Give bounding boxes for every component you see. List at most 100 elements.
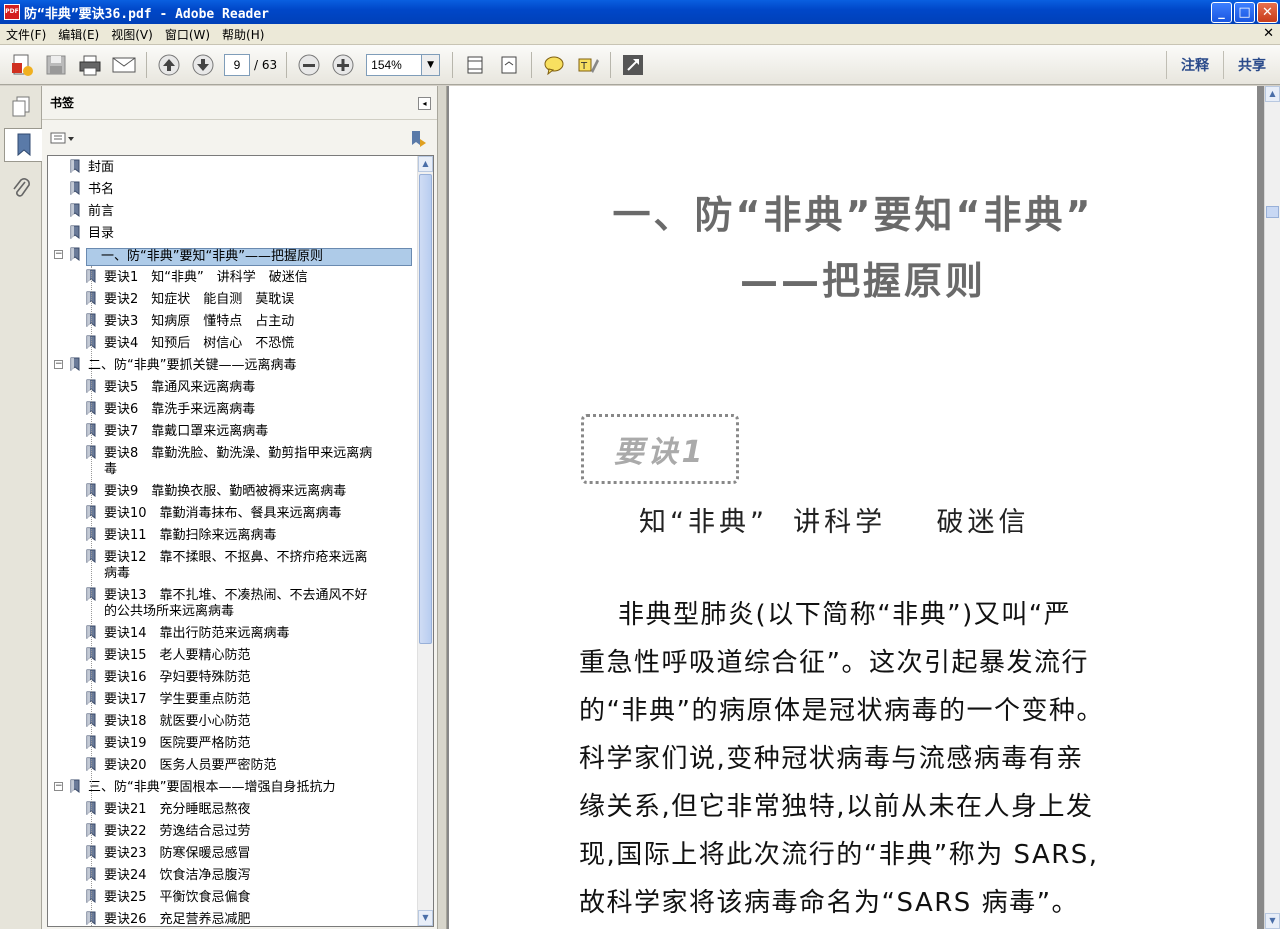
bookmark-item[interactable]: 要诀25 平衡饮食忌偏食 bbox=[48, 888, 418, 910]
zoom-out-icon[interactable] bbox=[295, 51, 323, 79]
zoom-input[interactable] bbox=[366, 53, 423, 76]
bookmark-item[interactable]: 要诀18 就医要小心防范 bbox=[48, 712, 418, 734]
bookmark-item[interactable]: 要诀10 靠勤消毒抹布、餐具来远离病毒 bbox=[48, 504, 418, 526]
bookmark-label: 要诀9 靠勤换衣服、勤晒被褥来远离病毒 bbox=[104, 484, 347, 499]
doc-scroll-up-icon[interactable]: ▲ bbox=[1265, 86, 1280, 102]
doc-scroll-down-icon[interactable]: ▼ bbox=[1265, 913, 1280, 929]
panel-title: 书签 bbox=[50, 96, 75, 110]
bookmark-item[interactable]: 要诀6 靠洗手来远离病毒 bbox=[48, 400, 418, 422]
bookmark-label: 要诀12 靠不揉眼、不抠鼻、不挤疖疮来远离 病毒 bbox=[104, 550, 368, 581]
document-scrollbar[interactable]: ▲ ▼ bbox=[1264, 86, 1280, 929]
page-number-input[interactable] bbox=[224, 53, 250, 76]
bookmark-item[interactable]: 要诀9 靠勤换衣服、勤晒被褥来远离病毒 bbox=[48, 482, 418, 504]
bookmark-label: 目录 bbox=[88, 226, 115, 241]
bookmark-item[interactable]: 封面 bbox=[48, 158, 418, 180]
bookmark-item[interactable]: 要诀21 充分睡眠忌熬夜 bbox=[48, 800, 418, 822]
bookmark-item[interactable]: 要诀11 靠勤扫除来远离病毒 bbox=[48, 526, 418, 548]
fit-width-icon[interactable] bbox=[495, 51, 523, 79]
body-line: 故科学家将该病毒命名为“SARS 病毒”。 bbox=[579, 888, 1080, 918]
bookmark-item[interactable]: 要诀23 防寒保暖忌感冒 bbox=[48, 844, 418, 866]
bookmark-label: 要诀6 靠洗手来远离病毒 bbox=[104, 402, 256, 417]
collapse-toggle-icon[interactable]: − bbox=[54, 782, 63, 791]
collapse-toggle-icon[interactable]: − bbox=[54, 360, 63, 369]
email-icon[interactable] bbox=[110, 51, 138, 79]
bookmarks-panel-icon[interactable] bbox=[4, 128, 42, 162]
collapse-toggle-icon[interactable]: − bbox=[54, 250, 63, 259]
panel-splitter[interactable] bbox=[438, 86, 447, 929]
full-screen-icon[interactable] bbox=[619, 51, 647, 79]
bookmark-item[interactable]: 要诀12 靠不揉眼、不抠鼻、不挤疖疮来远离 病毒 bbox=[48, 548, 418, 586]
bookmark-item[interactable]: 要诀17 学生要重点防范 bbox=[48, 690, 418, 712]
menu-help[interactable]: 帮助(H) bbox=[216, 26, 270, 43]
menu-file[interactable]: 文件(F) bbox=[0, 26, 52, 43]
bookmark-item[interactable]: 要诀24 饮食洁净忌腹泻 bbox=[48, 866, 418, 888]
highlight-text-icon[interactable]: T bbox=[574, 51, 602, 79]
bookmark-label: 要诀3 知病原 懂特点 占主动 bbox=[104, 314, 295, 329]
bookmark-item[interactable]: 要诀7 靠戴口罩来远离病毒 bbox=[48, 422, 418, 444]
bookmark-item[interactable]: 要诀14 靠出行防范来远离病毒 bbox=[48, 624, 418, 646]
bookmark-item[interactable]: − 二、防“非典”要抓关键——远离病毒 bbox=[48, 356, 418, 378]
next-page-icon[interactable] bbox=[189, 51, 217, 79]
toolbar-separator bbox=[610, 51, 612, 78]
comment-panel-button[interactable]: 注释 bbox=[1167, 55, 1223, 75]
close-button[interactable]: ✕ bbox=[1257, 2, 1278, 23]
bookmark-item[interactable]: 要诀1 知“非典” 讲科学 破迷信 bbox=[48, 268, 418, 290]
bookmark-item[interactable]: 要诀22 劳逸结合忌过劳 bbox=[48, 822, 418, 844]
bookmark-item[interactable]: 前言 bbox=[48, 202, 418, 224]
bookmark-item[interactable]: 要诀4 知预后 树信心 不恐慌 bbox=[48, 334, 418, 356]
bookmark-item[interactable]: 要诀16 孕妇要特殊防范 bbox=[48, 668, 418, 690]
pdf-page: 一、防“非典”要知“非典” ——把握原则 要诀1 知“非典” 讲科学 破迷信 非… bbox=[449, 86, 1257, 929]
bookmark-item[interactable]: 要诀5 靠通风来远离病毒 bbox=[48, 378, 418, 400]
body-line: 现,国际上将此次流行的“非典”称为 SARS, bbox=[579, 840, 1099, 870]
menu-view[interactable]: 视图(V) bbox=[105, 26, 159, 43]
adobe-reader-icon: PDF bbox=[4, 4, 20, 20]
close-document-icon[interactable]: ✕ bbox=[1263, 26, 1274, 41]
menu-edit[interactable]: 编辑(E) bbox=[52, 26, 105, 43]
pages-panel-icon[interactable] bbox=[6, 90, 36, 124]
bookmark-item[interactable]: 要诀13 靠不扎堆、不凑热闹、不去通风不好 的公共场所来远离病毒 bbox=[48, 586, 418, 624]
panel-header: 书签 ◂ bbox=[42, 86, 437, 120]
save-icon[interactable] bbox=[42, 51, 70, 79]
collapse-panel-icon[interactable]: ◂ bbox=[418, 97, 431, 110]
bookmark-label: 要诀10 靠勤消毒抹布、餐具来远离病毒 bbox=[104, 506, 342, 521]
bookmark-item[interactable]: 书名 bbox=[48, 180, 418, 202]
scroll-down-icon[interactable]: ▼ bbox=[418, 910, 433, 926]
tree-guide-line bbox=[91, 266, 92, 926]
menu-window[interactable]: 窗口(W) bbox=[159, 26, 216, 43]
menu-bar: 文件(F) 编辑(E) 视图(V) 窗口(W) 帮助(H) ✕ bbox=[0, 24, 1280, 45]
maximize-button[interactable]: □ bbox=[1234, 2, 1255, 23]
bookmark-item[interactable]: 要诀15 老人要精心防范 bbox=[48, 646, 418, 668]
doc-scroll-thumb[interactable] bbox=[1266, 206, 1279, 218]
bookmark-item[interactable]: 要诀19 医院要严格防范 bbox=[48, 734, 418, 756]
bookmark-item[interactable]: 要诀26 充足营养忌减肥 bbox=[48, 910, 418, 926]
fit-page-icon[interactable] bbox=[461, 51, 489, 79]
scroll-thumb[interactable] bbox=[419, 174, 432, 644]
zoom-dropdown-icon[interactable]: ▼ bbox=[422, 53, 441, 76]
minimize-button[interactable]: _ bbox=[1211, 2, 1232, 23]
bookmark-item[interactable]: 目录 bbox=[48, 224, 418, 246]
bookmark-item[interactable]: 要诀20 医务人员要严密防范 bbox=[48, 756, 418, 778]
print-icon[interactable] bbox=[76, 51, 104, 79]
bookmark-item[interactable]: − 三、防“非典”要固根本——增强自身抵抗力 bbox=[48, 778, 418, 800]
bookmark-item[interactable]: 要诀2 知症状 能自测 莫耽误 bbox=[48, 290, 418, 312]
bookmark-label: 封面 bbox=[88, 160, 115, 175]
comment-icon[interactable] bbox=[540, 51, 568, 79]
expand-bookmark-icon[interactable] bbox=[409, 130, 427, 151]
share-panel-button[interactable]: 共享 bbox=[1224, 55, 1280, 75]
section-badge: 要诀1 bbox=[581, 414, 739, 484]
bookmark-item[interactable]: 要诀3 知病原 懂特点 占主动 bbox=[48, 312, 418, 334]
previous-page-icon[interactable] bbox=[155, 51, 183, 79]
bookmark-icon bbox=[70, 247, 80, 261]
bookmark-icon bbox=[70, 159, 80, 173]
bookmark-icon bbox=[70, 357, 80, 371]
zoom-in-icon[interactable] bbox=[329, 51, 357, 79]
options-menu-icon[interactable] bbox=[50, 132, 76, 147]
bookmark-label: 要诀2 知症状 能自测 莫耽误 bbox=[104, 292, 295, 307]
attachments-panel-icon[interactable] bbox=[6, 172, 36, 206]
bookmark-item[interactable]: − 一、防“非典”要知“非典”——把握原则 bbox=[48, 246, 418, 268]
create-pdf-icon[interactable] bbox=[8, 51, 36, 79]
bookmark-label: 要诀13 靠不扎堆、不凑热闹、不去通风不好 的公共场所来远离病毒 bbox=[104, 588, 368, 619]
bookmark-scrollbar[interactable]: ▲ ▼ bbox=[417, 156, 433, 926]
scroll-up-icon[interactable]: ▲ bbox=[418, 156, 433, 172]
bookmark-item[interactable]: 要诀8 靠勤洗脸、勤洗澡、勤剪指甲来远离病 毒 bbox=[48, 444, 418, 482]
